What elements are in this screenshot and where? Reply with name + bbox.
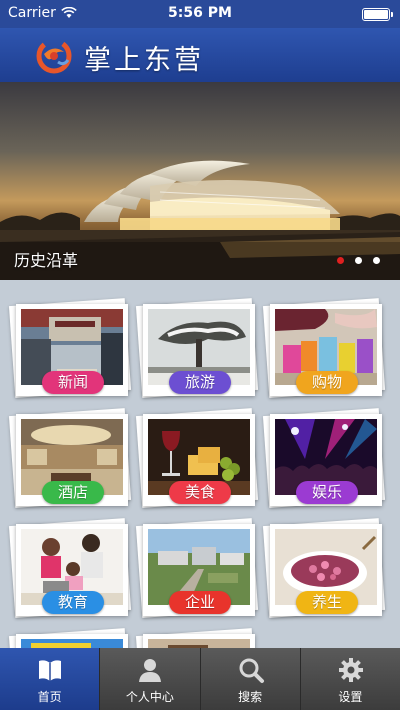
category-tile-enterprise[interactable]: 企业 — [135, 518, 259, 618]
category-label: 养生 — [296, 591, 358, 614]
more-category-photo — [21, 639, 123, 648]
carousel-dot[interactable] — [337, 257, 344, 264]
tab-bar: 首页 个人中心 搜索 设置 — [0, 648, 400, 710]
tab-search[interactable]: 搜索 — [201, 648, 301, 710]
gear-icon — [338, 658, 363, 682]
tab-label: 个人中心 — [125, 690, 174, 704]
category-tile-more[interactable] — [135, 628, 259, 648]
person-icon — [139, 659, 162, 682]
status-bar: Carrier 5:56 PM — [0, 0, 400, 28]
category-label: 新闻 — [42, 371, 104, 394]
category-label: 教育 — [42, 591, 104, 614]
tab-settings[interactable]: 设置 — [301, 648, 400, 710]
category-tile-wellness[interactable]: 养生 — [262, 518, 386, 618]
battery-icon — [362, 8, 393, 21]
category-label: 娱乐 — [296, 481, 358, 504]
banner-caption: 历史沿革 — [14, 251, 79, 270]
category-tile-food[interactable]: 美食 — [135, 408, 259, 508]
carousel-dot[interactable] — [355, 257, 362, 264]
search-icon — [239, 658, 264, 683]
category-tile-travel[interactable]: 旅游 — [135, 298, 259, 398]
category-tile-entertainment[interactable]: 娱乐 — [262, 408, 386, 508]
category-label: 企业 — [169, 591, 231, 614]
status-time: 5:56 PM — [168, 5, 232, 21]
tab-label: 首页 — [37, 690, 62, 704]
swirl-logo-icon — [36, 38, 72, 74]
tab-label: 设置 — [338, 690, 363, 704]
carousel-page-indicator[interactable] — [337, 257, 380, 264]
more-category-photo — [148, 639, 250, 648]
banner-carousel[interactable]: 历史沿革 — [0, 82, 400, 280]
category-tile-shopping[interactable]: 购物 — [262, 298, 386, 398]
tab-profile[interactable]: 个人中心 — [100, 648, 201, 710]
category-label: 购物 — [296, 371, 358, 394]
tab-label: 搜索 — [238, 690, 263, 704]
category-label: 旅游 — [169, 371, 231, 394]
category-tile-news[interactable]: 新闻 — [8, 298, 132, 398]
book-icon — [39, 660, 61, 681]
nav-header: 掌上东营 — [0, 28, 400, 82]
category-tile-more[interactable] — [8, 628, 132, 648]
category-grid: 新闻 旅游 购物 酒店 美食 娱乐 教育 企业 养生 — [0, 280, 400, 648]
tab-home[interactable]: 首页 — [0, 648, 101, 710]
category-label: 美食 — [169, 481, 231, 504]
app-title: 掌上东营 — [84, 45, 204, 76]
category-tile-hotel[interactable]: 酒店 — [8, 408, 132, 508]
category-tile-education[interactable]: 教育 — [8, 518, 132, 618]
carousel-dot[interactable] — [373, 257, 380, 264]
category-label: 酒店 — [42, 481, 104, 504]
